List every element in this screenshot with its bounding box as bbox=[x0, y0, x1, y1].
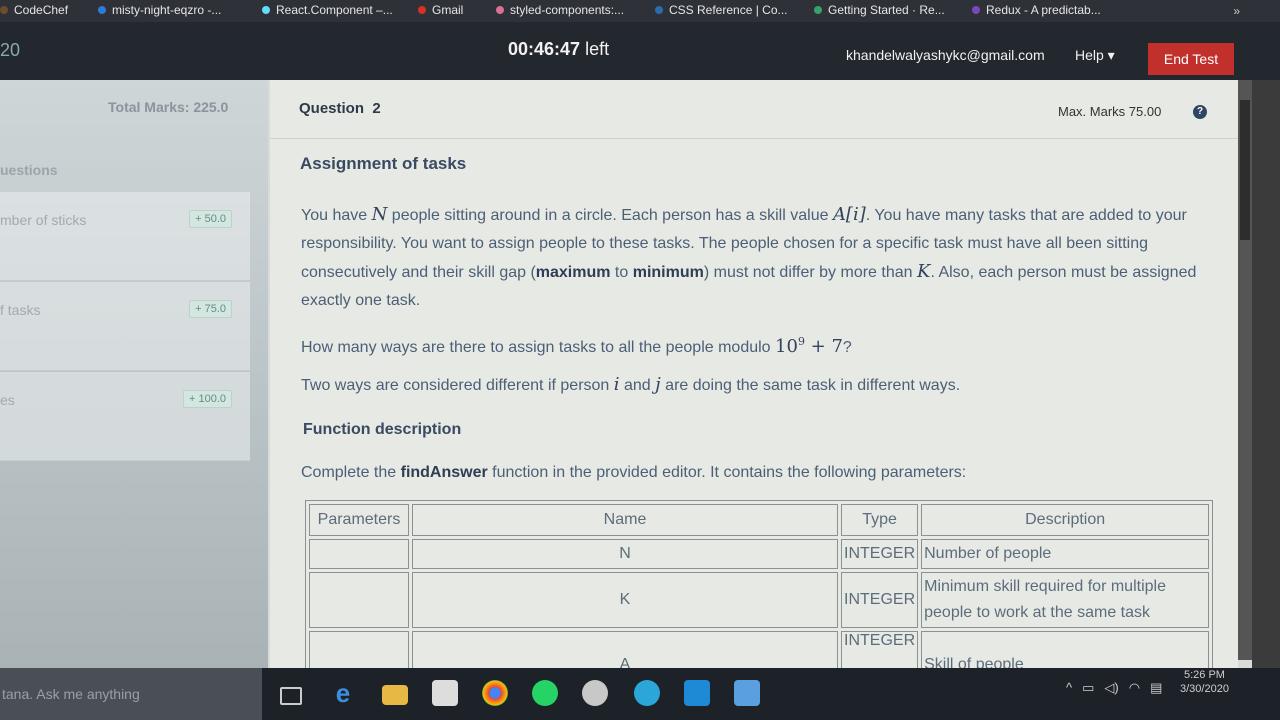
vscode-icon[interactable] bbox=[684, 680, 710, 706]
marks-badge: + 100.0 bbox=[182, 390, 232, 408]
taskbar: tana. Ask me anything e ^ ▭ ◁) ◠ ▤ 5:26 … bbox=[0, 668, 1280, 720]
whatsapp-icon[interactable] bbox=[532, 680, 558, 706]
edge-icon[interactable]: e bbox=[330, 680, 356, 706]
type-cell: INTEGER bbox=[841, 631, 919, 670]
window-edge bbox=[1252, 80, 1280, 670]
parameters-table: Parameters Name Type Description N INTEG… bbox=[305, 500, 1214, 670]
column-header: Description bbox=[921, 504, 1210, 536]
bookmarks-overflow-icon[interactable]: » bbox=[1233, 4, 1240, 18]
timer-suffix: left bbox=[580, 39, 610, 59]
question-sidebar: Total Marks: 225.0 uestions mber of stic… bbox=[0, 80, 268, 670]
sidebar-question-2[interactable]: f tasks + 75.0 bbox=[0, 282, 250, 371]
sidebar-question-title: f tasks bbox=[0, 302, 41, 318]
volume-icon[interactable]: ◁) bbox=[1104, 680, 1118, 696]
function-description-heading: Function description bbox=[303, 421, 462, 438]
total-marks: Total Marks: 225.0 bbox=[108, 99, 229, 115]
wifi-icon[interactable]: ◠ bbox=[1129, 680, 1140, 696]
task-view-icon[interactable] bbox=[280, 687, 302, 705]
redux-icon bbox=[972, 6, 980, 14]
timer-value: 00:46:47 bbox=[508, 39, 581, 59]
codechef-icon bbox=[0, 6, 8, 14]
header-left-number: 20 bbox=[0, 40, 21, 60]
max-marks: Max. Marks 75.00 bbox=[1058, 104, 1162, 119]
bookmark-redux[interactable]: Redux - A predictab... bbox=[972, 3, 1101, 17]
app-icon-2[interactable] bbox=[734, 680, 760, 706]
styled-components-icon bbox=[496, 6, 504, 14]
notification-icon[interactable]: ▤ bbox=[1150, 680, 1162, 696]
store-icon[interactable] bbox=[432, 680, 458, 706]
question-panel: Question 2 Max. Marks 75.00 ? Assignment… bbox=[270, 80, 1238, 670]
bookmark-codechef[interactable]: CodeChef bbox=[0, 3, 68, 17]
difference-rule: Two ways are considered different if per… bbox=[301, 374, 961, 395]
question-help-icon[interactable]: ? bbox=[1193, 105, 1207, 119]
bookmark-react-component[interactable]: React.Component –... bbox=[262, 3, 393, 17]
function-instructions: Complete the findAnswer function in the … bbox=[301, 464, 967, 481]
name-cell: K bbox=[412, 572, 838, 628]
param-cell bbox=[309, 539, 409, 569]
codesandbox-icon bbox=[98, 6, 106, 14]
user-email[interactable]: khandelwalyashykc@gmail.com bbox=[846, 47, 1045, 63]
sidebar-question-title: es bbox=[0, 392, 15, 408]
bookmark-getting-started[interactable]: Getting Started · Re... bbox=[814, 3, 945, 17]
countdown-timer: 00:46:47 left bbox=[508, 39, 609, 60]
table-row: N INTEGER Number of people bbox=[309, 539, 1210, 569]
problem-statement: You have N people sitting around in a ci… bbox=[301, 204, 1197, 309]
scrollbar-thumb[interactable] bbox=[1240, 100, 1250, 240]
questions-heading: uestions bbox=[0, 162, 58, 178]
type-cell: INTEGER bbox=[841, 539, 919, 569]
sidebar-question-1[interactable]: mber of sticks + 50.0 bbox=[0, 192, 250, 281]
problem-title: Assignment of tasks bbox=[300, 154, 467, 173]
end-test-button[interactable]: End Test bbox=[1148, 43, 1234, 75]
messenger-icon[interactable] bbox=[634, 680, 660, 706]
battery-icon[interactable]: ▭ bbox=[1082, 680, 1094, 696]
sidebar-question-title: mber of sticks bbox=[0, 212, 87, 228]
description-cell: Number of people bbox=[921, 539, 1210, 569]
modulo-question: How many ways are there to assign tasks … bbox=[301, 335, 852, 357]
marks-badge: + 50.0 bbox=[189, 210, 232, 228]
react-icon bbox=[262, 6, 270, 14]
system-tray: ^ ▭ ◁) ◠ ▤ bbox=[1066, 680, 1162, 696]
type-cell: INTEGER bbox=[841, 572, 919, 628]
cortana-search-box[interactable]: tana. Ask me anything bbox=[0, 668, 262, 720]
bookmark-gmail[interactable]: Gmail bbox=[418, 3, 463, 17]
bookmark-styled-components[interactable]: styled-components:... bbox=[496, 3, 624, 17]
question-number: Question 2 bbox=[299, 100, 381, 117]
column-header: Name bbox=[412, 504, 838, 536]
test-header: 20 00:46:47 left khandelwalyashykc@gmail… bbox=[0, 22, 1280, 80]
column-header: Type bbox=[841, 504, 919, 536]
sidebar-question-3[interactable]: es + 100.0 bbox=[0, 372, 250, 461]
description-cell: Minimum skill required for multiple peop… bbox=[921, 572, 1210, 628]
function-name: findAnswer bbox=[400, 464, 488, 481]
description-cell: Skill of people bbox=[921, 631, 1210, 670]
table-row: A INTEGER Skill of people bbox=[309, 631, 1210, 670]
help-menu[interactable]: Help ▾ bbox=[1075, 47, 1115, 64]
table-row: K INTEGER Minimum skill required for mul… bbox=[309, 572, 1210, 628]
question-header: Question 2 Max. Marks 75.00 ? bbox=[270, 80, 1238, 139]
app-icon[interactable] bbox=[582, 680, 608, 706]
marks-badge: + 75.0 bbox=[189, 300, 232, 318]
system-clock[interactable]: 5:26 PM 3/30/2020 bbox=[1180, 668, 1229, 696]
bookmarks-bar: CodeChef misty-night-eqzro -... React.Co… bbox=[0, 0, 1280, 22]
param-cell bbox=[309, 572, 409, 628]
file-explorer-icon[interactable] bbox=[382, 685, 408, 705]
name-cell: N bbox=[412, 539, 838, 569]
chevron-up-icon[interactable]: ^ bbox=[1066, 680, 1072, 696]
getting-started-icon bbox=[814, 6, 822, 14]
table-header-row: Parameters Name Type Description bbox=[309, 504, 1210, 536]
bookmark-codesandbox[interactable]: misty-night-eqzro -... bbox=[98, 3, 221, 17]
bookmark-css-reference[interactable]: CSS Reference | Co... bbox=[655, 3, 788, 17]
chrome-icon[interactable] bbox=[482, 680, 508, 706]
param-cell bbox=[309, 631, 409, 670]
css-reference-icon bbox=[655, 6, 663, 14]
column-header: Parameters bbox=[309, 504, 409, 536]
name-cell: A bbox=[412, 631, 838, 670]
gmail-icon bbox=[418, 6, 426, 14]
